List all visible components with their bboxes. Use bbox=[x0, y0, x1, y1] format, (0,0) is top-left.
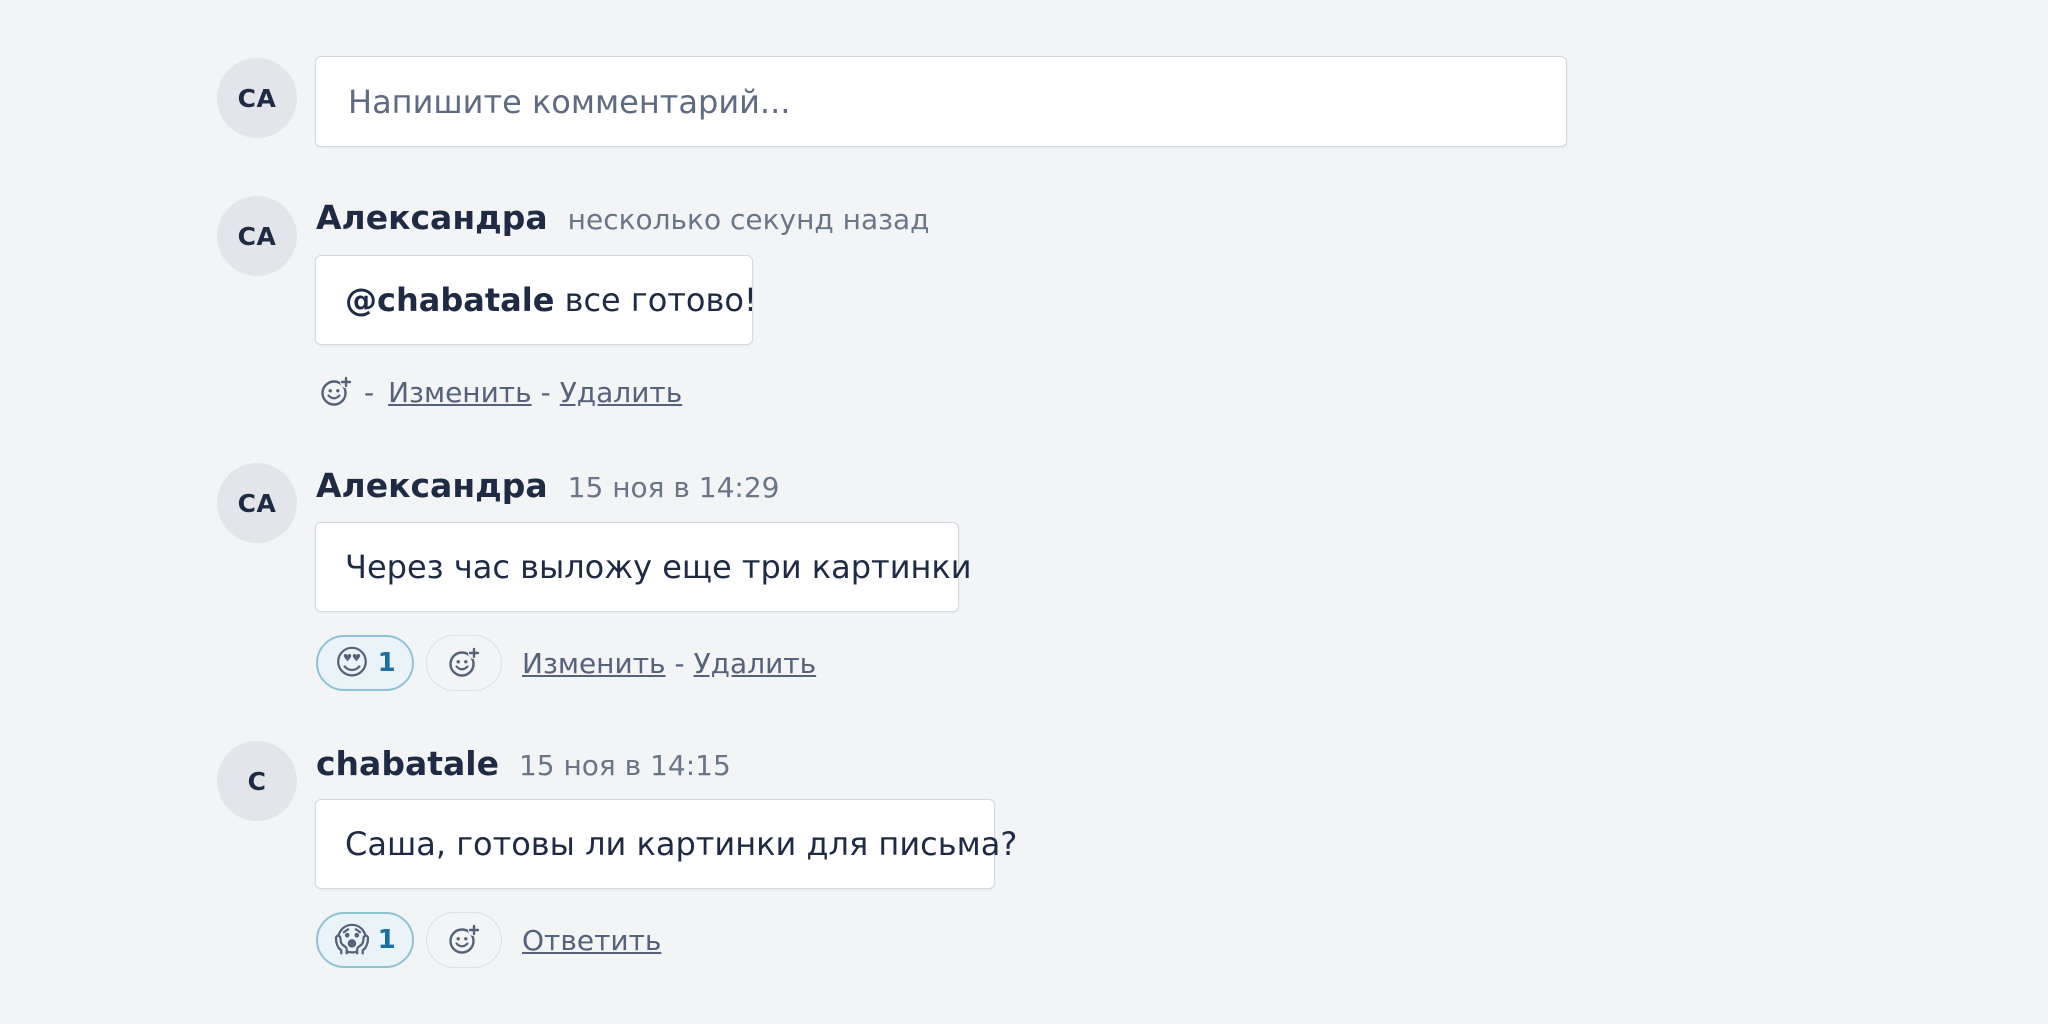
edit-comment-link[interactable]: Изменить bbox=[522, 647, 666, 680]
comment-text: все готово! bbox=[554, 281, 757, 319]
screaming-emoji-icon: 😱 bbox=[334, 920, 370, 960]
add-reaction-icon bbox=[321, 376, 352, 406]
current-user-avatar: CA bbox=[217, 58, 297, 138]
comment-header: Александра несколько секунд назад bbox=[316, 198, 930, 237]
comment-text: Саша, готовы ли картинки для письма? bbox=[345, 825, 1018, 863]
comment-author: Александра bbox=[316, 466, 548, 505]
comment-bubble: Саша, готовы ли картинки для письма? bbox=[315, 799, 1017, 889]
add-reaction-button[interactable] bbox=[316, 372, 356, 412]
comment-actions: 😍 1 Изменить - Удалить bbox=[316, 634, 816, 692]
comment-bubble: @chabatale все готово! bbox=[315, 255, 757, 345]
comment-timestamp: несколько секунд назад bbox=[567, 203, 930, 236]
actions-separator: - bbox=[364, 375, 375, 409]
comment-author: chabatale bbox=[316, 744, 499, 783]
comment-actions: 😱 1 Ответить bbox=[316, 911, 661, 969]
reaction-count: 1 bbox=[377, 925, 396, 955]
heart-eyes-emoji-icon: 😍 bbox=[334, 643, 370, 683]
comment-avatar: CA bbox=[217, 196, 297, 276]
add-reaction-icon bbox=[449, 924, 480, 954]
reaction-count: 1 bbox=[377, 648, 396, 678]
add-reaction-button[interactable] bbox=[426, 635, 502, 691]
edit-comment-link[interactable]: Изменить bbox=[388, 376, 532, 409]
comment-text: Через час выложу еще три картинки bbox=[345, 548, 972, 586]
actions-separator: - bbox=[540, 375, 551, 409]
actions-separator: - bbox=[674, 646, 685, 680]
delete-comment-link[interactable]: Удалить bbox=[560, 376, 683, 409]
comment-timestamp: 15 ноя в 14:29 bbox=[567, 471, 780, 504]
reaction-pill[interactable]: 😍 1 bbox=[316, 635, 414, 691]
comment-timestamp: 15 ноя в 14:15 bbox=[518, 749, 731, 782]
add-reaction-button[interactable] bbox=[426, 912, 502, 968]
comment-author: Александра bbox=[316, 198, 548, 237]
comment-avatar: CA bbox=[217, 463, 297, 543]
delete-comment-link[interactable]: Удалить bbox=[694, 647, 817, 680]
reaction-pill[interactable]: 😱 1 bbox=[316, 912, 414, 968]
user-mention[interactable]: @chabatale bbox=[345, 281, 554, 319]
comment-actions: - Изменить - Удалить bbox=[316, 363, 682, 421]
reply-link[interactable]: Ответить bbox=[522, 924, 661, 957]
comment-bubble: Через час выложу еще три картинки bbox=[315, 522, 972, 612]
comment-composer[interactable] bbox=[315, 56, 1567, 147]
comment-avatar: C bbox=[217, 741, 297, 821]
comment-header: Александра 15 ноя в 14:29 bbox=[316, 466, 779, 505]
comment-input[interactable] bbox=[346, 81, 1536, 122]
add-reaction-icon bbox=[449, 647, 480, 677]
comment-header: chabatale 15 ноя в 14:15 bbox=[316, 744, 731, 783]
